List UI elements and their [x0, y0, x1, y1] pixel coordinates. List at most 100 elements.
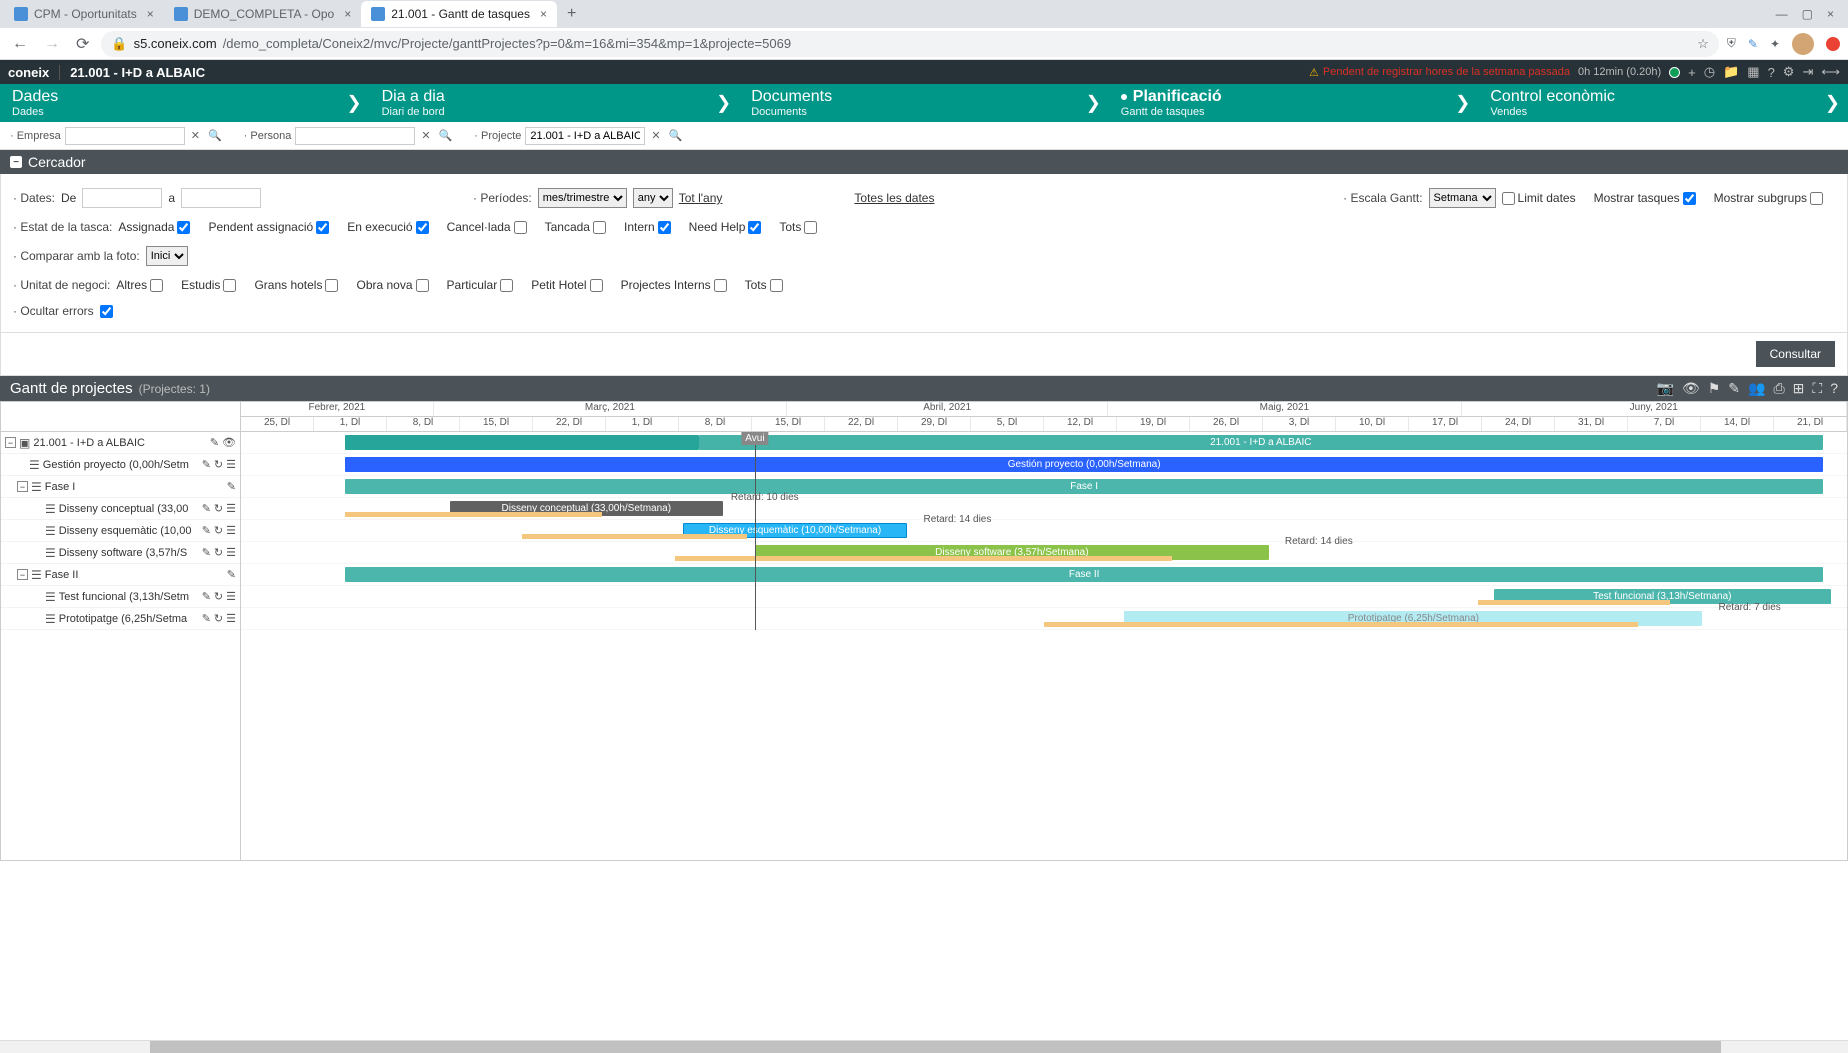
reload-button[interactable]: ⟳: [72, 30, 93, 58]
browser-tab-0[interactable]: CPM - Oportunitats×: [4, 1, 164, 27]
search-icon[interactable]: 🔍: [667, 129, 685, 142]
clear-icon[interactable]: ✕: [189, 129, 202, 142]
nav-planificacio[interactable]: Planificació Gantt de tasques ❯: [1109, 84, 1479, 122]
feather-icon[interactable]: ✎: [1748, 37, 1758, 51]
refresh-icon[interactable]: ↻: [214, 546, 223, 559]
collapse-icon[interactable]: ⟷: [1821, 64, 1840, 80]
edit-icon[interactable]: ✎: [202, 458, 211, 471]
estat-tancada-checkbox[interactable]: [593, 221, 606, 234]
unitat-granshotels-checkbox[interactable]: [325, 279, 338, 292]
gantt-row-task[interactable]: ☰ Disseny software (3,57h/S ✎↻☰: [1, 542, 240, 564]
edit-icon[interactable]: ✎: [227, 568, 236, 581]
periode-select[interactable]: mes/trimestre: [538, 188, 627, 208]
gantt-row-task[interactable]: ☰ Gestión proyecto (0,00h/Setm ✎↻☰: [1, 454, 240, 476]
address-bar[interactable]: 🔒 s5.coneix.com/demo_completa/Coneix2/mv…: [101, 31, 1718, 57]
gantt-row-task[interactable]: ☰ Disseny conceptual (33,00 ✎↻☰: [1, 498, 240, 520]
clear-icon[interactable]: ✕: [419, 129, 432, 142]
tab-close-icon[interactable]: ×: [344, 7, 351, 21]
shield-icon[interactable]: ⛨: [1727, 36, 1736, 51]
limit-dates-checkbox[interactable]: [1502, 192, 1515, 205]
forward-button[interactable]: →: [40, 31, 64, 57]
record-icon[interactable]: [1826, 37, 1840, 51]
gantt-row-task[interactable]: ☰ Prototipatge (6,25h/Setma ✎↻☰: [1, 608, 240, 630]
help-icon[interactable]: ?: [1830, 380, 1838, 397]
nav-controleconomic[interactable]: Control econòmic Vendes ❯: [1478, 84, 1848, 122]
gantt-row-task[interactable]: ☰ Test funcional (3,13h/Setm ✎↻☰: [1, 586, 240, 608]
settings-icon[interactable]: ⚙: [1783, 64, 1795, 80]
edit-icon[interactable]: ✎: [1728, 380, 1740, 397]
gantt-row-task[interactable]: ☰ Disseny esquemàtic (10,00 ✎↻☰: [1, 520, 240, 542]
edit-icon[interactable]: ✎: [210, 436, 219, 449]
gantt-row-project[interactable]: − ▣ 21.001 - I+D a ALBAIC ✎👁: [1, 432, 240, 454]
persona-input[interactable]: [295, 127, 415, 145]
tab-close-icon[interactable]: ×: [147, 7, 154, 21]
mostrar-tasques-checkbox[interactable]: [1683, 192, 1696, 205]
search-icon[interactable]: 🔍: [206, 129, 224, 142]
gantt-bar-gestion[interactable]: Gestión proyecto (0,00h/Setmana): [345, 457, 1823, 472]
unitat-projectesinterns-checkbox[interactable]: [714, 279, 727, 292]
comparar-select[interactable]: Inici: [146, 246, 188, 266]
help-icon[interactable]: ?: [1768, 65, 1775, 80]
gantt-row-phase[interactable]: − ☰ Fase I ✎: [1, 476, 240, 498]
close-window-icon[interactable]: ×: [1827, 7, 1834, 21]
estat-intern-checkbox[interactable]: [658, 221, 671, 234]
date-to-input[interactable]: [181, 188, 261, 208]
menu-icon[interactable]: ☰: [226, 458, 236, 471]
refresh-icon[interactable]: ↻: [214, 590, 223, 603]
gantt-bar-fase2[interactable]: Fase II: [345, 567, 1823, 582]
bookmark-icon[interactable]: ☆: [1697, 36, 1709, 52]
unitat-particular-checkbox[interactable]: [500, 279, 513, 292]
estat-execucio-checkbox[interactable]: [416, 221, 429, 234]
escala-select[interactable]: Setmana: [1429, 188, 1496, 208]
gantt-row-phase[interactable]: − ☰ Fase II ✎: [1, 564, 240, 586]
eye-icon[interactable]: 👁: [222, 436, 236, 449]
pdf-icon[interactable]: ⎙: [1773, 380, 1784, 397]
status-dot-icon[interactable]: [1669, 67, 1680, 78]
new-tab-button[interactable]: +: [557, 5, 586, 23]
scrollbar-thumb[interactable]: [150, 1041, 1721, 1053]
estat-cancelada-checkbox[interactable]: [514, 221, 527, 234]
gantt-bar-project-progress[interactable]: [345, 435, 698, 450]
clock-icon[interactable]: ◷: [1704, 64, 1715, 80]
search-icon[interactable]: 🔍: [437, 129, 455, 142]
collapse-toggle-icon[interactable]: −: [10, 156, 22, 168]
refresh-icon[interactable]: ↻: [214, 458, 223, 471]
cercador-header[interactable]: − Cercador: [0, 150, 1848, 174]
edit-icon[interactable]: ✎: [227, 480, 236, 493]
plus-icon[interactable]: +: [1688, 65, 1696, 80]
menu-icon[interactable]: ☰: [226, 590, 236, 603]
menu-icon[interactable]: ☰: [226, 524, 236, 537]
estat-assignada-checkbox[interactable]: [177, 221, 190, 234]
calendar-icon[interactable]: ▦: [1747, 64, 1759, 80]
consultar-button[interactable]: Consultar: [1756, 341, 1835, 367]
unitat-petithotel-checkbox[interactable]: [590, 279, 603, 292]
nav-diaadia[interactable]: Dia a dia Diari de bord ❯: [370, 84, 740, 122]
estat-needhelp-checkbox[interactable]: [748, 221, 761, 234]
unitat-obranova-checkbox[interactable]: [416, 279, 429, 292]
refresh-icon[interactable]: ↻: [214, 524, 223, 537]
clear-icon[interactable]: ✕: [649, 129, 662, 142]
excel-icon[interactable]: ⊞: [1793, 380, 1805, 397]
puzzle-icon[interactable]: ✦: [1770, 37, 1780, 51]
nav-dades[interactable]: Dades Dades ❯: [0, 84, 370, 122]
date-from-input[interactable]: [82, 188, 162, 208]
nav-documents[interactable]: Documents Documents ❯: [739, 84, 1109, 122]
refresh-icon[interactable]: ↻: [214, 612, 223, 625]
projecte-input[interactable]: [525, 127, 645, 145]
gantt-chart[interactable]: Febrer, 2021Març, 2021Abril, 2021Maig, 2…: [241, 402, 1847, 860]
ocultar-errors-checkbox[interactable]: [100, 305, 113, 318]
mostrar-subgrups-checkbox[interactable]: [1810, 192, 1823, 205]
avatar[interactable]: [1792, 33, 1814, 55]
menu-icon[interactable]: ☰: [226, 502, 236, 515]
camera-icon[interactable]: 📷: [1657, 380, 1674, 397]
edit-icon[interactable]: ✎: [202, 590, 211, 603]
tree-toggle-icon[interactable]: −: [5, 437, 16, 448]
flag-icon[interactable]: ⚑: [1708, 380, 1721, 397]
menu-icon[interactable]: ☰: [226, 546, 236, 559]
edit-icon[interactable]: ✎: [202, 502, 211, 515]
edit-icon[interactable]: ✎: [202, 524, 211, 537]
edit-icon[interactable]: ✎: [202, 546, 211, 559]
estat-pendent-checkbox[interactable]: [316, 221, 329, 234]
horizontal-scrollbar[interactable]: [0, 1040, 1848, 1053]
gantt-bar-project[interactable]: 21.001 - I+D a ALBAIC: [699, 435, 1823, 450]
